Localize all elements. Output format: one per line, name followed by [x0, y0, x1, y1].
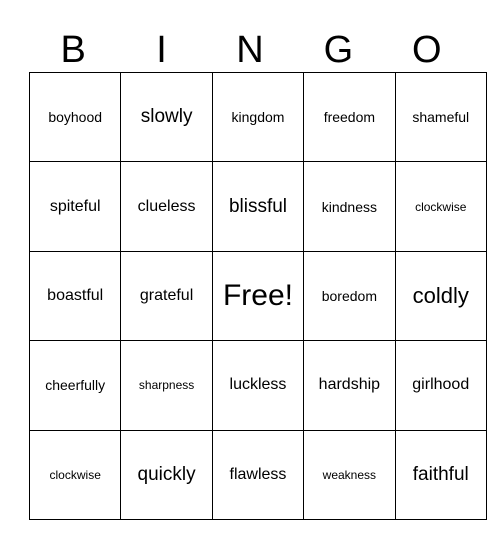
bingo-header-letter-o: O: [411, 29, 442, 71]
bingo-grid: boyhood slowly kingdom freedom shameful …: [28, 71, 487, 520]
bingo-cell[interactable]: faithful: [394, 429, 487, 520]
bingo-cell[interactable]: cheerfully: [28, 340, 122, 431]
bingo-cell[interactable]: kingdom: [211, 71, 305, 163]
bingo-cell[interactable]: grateful: [120, 250, 213, 342]
bingo-cell[interactable]: blissful: [211, 161, 305, 252]
bingo-cell[interactable]: spiteful: [28, 161, 122, 252]
bingo-cell[interactable]: hardship: [303, 340, 396, 431]
bingo-cell[interactable]: clockwise: [28, 429, 122, 520]
bingo-row: boastful grateful Free! boredom coldly: [28, 250, 487, 342]
bingo-cell[interactable]: quickly: [120, 429, 213, 520]
bingo-cell[interactable]: freedom: [303, 71, 396, 163]
bingo-cell[interactable]: shameful: [394, 71, 487, 163]
bingo-header-letter-b: B: [60, 29, 86, 71]
bingo-row: clockwise quickly flawless weakness fait…: [28, 429, 487, 520]
bingo-header-letter-i: I: [156, 29, 167, 71]
bingo-row: cheerfully sharpness luckless hardship g…: [28, 340, 487, 431]
bingo-cell[interactable]: slowly: [120, 71, 213, 163]
bingo-header-row: B I N G O: [29, 8, 471, 72]
bingo-cell[interactable]: clueless: [120, 161, 213, 252]
bingo-cell[interactable]: boastful: [28, 250, 122, 342]
bingo-cell[interactable]: boredom: [303, 250, 396, 342]
bingo-header-letter-g: G: [323, 29, 354, 71]
bingo-cell[interactable]: clockwise: [394, 161, 487, 252]
bingo-cell[interactable]: coldly: [394, 250, 487, 342]
bingo-cell[interactable]: girlhood: [394, 340, 487, 431]
bingo-card: B I N G O boyhood slowly kingdom freedom…: [28, 8, 487, 520]
bingo-header-letter-n: N: [236, 29, 264, 71]
bingo-cell[interactable]: flawless: [211, 429, 305, 520]
bingo-cell[interactable]: kindness: [303, 161, 396, 252]
bingo-cell[interactable]: weakness: [303, 429, 396, 520]
bingo-cell[interactable]: boyhood: [28, 71, 122, 163]
bingo-cell[interactable]: luckless: [211, 340, 305, 431]
bingo-cell[interactable]: sharpness: [120, 340, 213, 431]
bingo-row: spiteful clueless blissful kindness cloc…: [28, 161, 487, 252]
bingo-cell-free[interactable]: Free!: [211, 250, 305, 342]
bingo-row: boyhood slowly kingdom freedom shameful: [28, 71, 487, 163]
